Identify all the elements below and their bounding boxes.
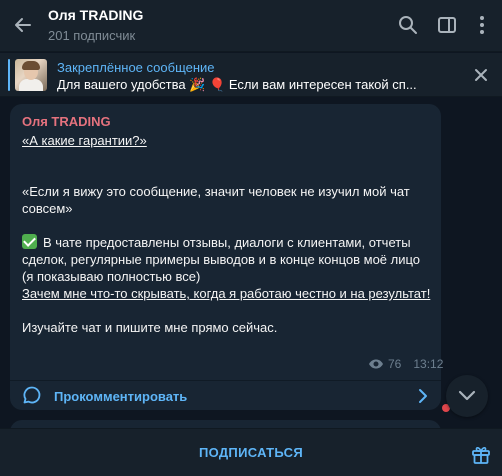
- message-paragraph: «Если я вижу это сообщение, значит челов…: [22, 184, 410, 216]
- chevron-down-icon: [458, 390, 476, 401]
- view-count: 76: [388, 357, 402, 371]
- message-paragraph: Изучайте чат и пишите мне прямо сейчас.: [22, 320, 278, 335]
- pinned-title: Закреплённое сообщение: [57, 60, 215, 75]
- sidebar-toggle-icon[interactable]: [436, 14, 458, 36]
- back-arrow-icon[interactable]: [10, 12, 36, 38]
- eye-icon: [369, 359, 383, 369]
- subscribe-button[interactable]: ПОДПИСАТЬСЯ: [150, 438, 352, 468]
- pinned-text: Для вашего удобства 🎉 🎈 Если вам интерес…: [57, 77, 417, 92]
- close-icon[interactable]: [472, 66, 490, 84]
- message-text: «А какие гарантии?» «Если я вижу это соо…: [22, 132, 432, 336]
- pinned-indicator: [8, 59, 10, 91]
- message-author[interactable]: Оля TRADING: [22, 114, 111, 129]
- message-heading: «А какие гарантии?»: [22, 133, 147, 148]
- message-paragraph: Зачем мне что-то скрывать, когда я работ…: [22, 286, 431, 301]
- message-meta: 76 13:12: [368, 357, 443, 371]
- more-vertical-icon[interactable]: [471, 14, 493, 36]
- pinned-message-bar[interactable]: Закреплённое сообщение Для вашего удобст…: [0, 53, 502, 97]
- comment-icon: [22, 385, 42, 405]
- chat-area[interactable]: Оля TRADING «А какие гарантии?» «Если я …: [0, 98, 502, 428]
- search-icon[interactable]: [397, 14, 419, 36]
- message-bubble[interactable]: Оля TRADING «А какие гарантии?» «Если я …: [10, 104, 443, 410]
- scroll-down-button[interactable]: [446, 375, 488, 417]
- chevron-right-icon: [416, 388, 430, 404]
- check-mark-icon: [22, 234, 37, 249]
- channel-title[interactable]: Оля TRADING: [48, 7, 143, 23]
- message-time: 13:12: [413, 357, 444, 371]
- subscriber-count: 201 подписчик: [48, 28, 136, 43]
- comments-label: Прокомментировать: [54, 389, 188, 404]
- message-paragraph: В чате предоставлены отзывы, диалоги с к…: [22, 234, 421, 284]
- gift-icon[interactable]: [470, 443, 492, 465]
- bottom-bar: ПОДПИСАТЬСЯ: [0, 428, 502, 476]
- message-bubble[interactable]: [10, 420, 441, 428]
- comments-button[interactable]: Прокомментировать: [10, 380, 441, 410]
- chat-header: Оля TRADING 201 подписчик: [0, 0, 502, 52]
- pinned-thumbnail: [15, 59, 47, 91]
